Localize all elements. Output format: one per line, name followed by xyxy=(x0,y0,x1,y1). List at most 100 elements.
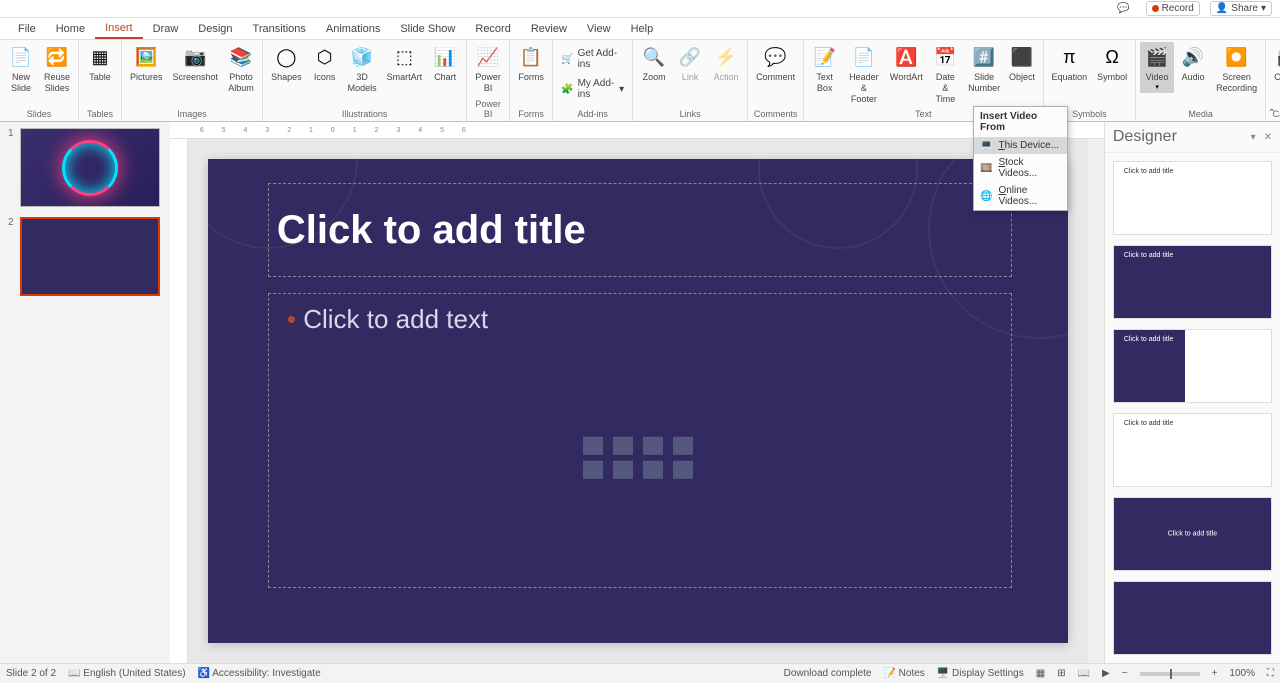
insert-smartart-icon[interactable] xyxy=(643,436,663,454)
collapse-ribbon-button[interactable]: ⌃ xyxy=(1268,108,1276,119)
forms-button[interactable]: 📋Forms xyxy=(514,42,548,85)
design-suggestion-6[interactable] xyxy=(1113,581,1272,655)
link-icon: 🔗 xyxy=(677,44,703,70)
normal-view-button[interactable]: ▦ xyxy=(1036,668,1045,679)
design-suggestion-2[interactable]: Click to add title xyxy=(1113,245,1272,319)
sorter-view-button[interactable]: ⊞ xyxy=(1057,668,1065,679)
reuse-slides-button[interactable]: 🔁Reuse Slides xyxy=(40,42,74,96)
tab-home[interactable]: Home xyxy=(46,20,95,38)
designer-options-button[interactable]: ▾ xyxy=(1251,132,1256,143)
group-illustrations: ◯Shapes ⬡Icons 🧊3D Models ⬚SmartArt 📊Cha… xyxy=(263,40,467,121)
zoom-button[interactable]: 🔍Zoom xyxy=(637,42,671,85)
link-button[interactable]: 🔗Link xyxy=(673,42,707,85)
cameo-button[interactable]: 📷Cameo xyxy=(1270,42,1280,85)
get-addins-button[interactable]: 🛒 Get Add-ins xyxy=(557,46,628,72)
insert-icon-icon[interactable] xyxy=(673,460,693,478)
comments-button[interactable]: 💬 xyxy=(1111,1,1135,16)
new-slide-button[interactable]: 📄New Slide xyxy=(4,42,38,96)
zoom-level[interactable]: 100% xyxy=(1229,668,1255,679)
language-status[interactable]: 📖 English (United States) xyxy=(68,668,186,679)
my-addins-button[interactable]: 🧩 My Add-ins ▾ xyxy=(557,76,628,102)
video-dropdown-menu: Insert Video From 💻 This Device... 🎞️ St… xyxy=(973,106,1068,211)
designer-close-button[interactable]: ✕ xyxy=(1264,132,1272,143)
design-suggestion-5[interactable]: Click to add title xyxy=(1113,497,1272,571)
notes-button[interactable]: 📝 Notes xyxy=(883,668,924,679)
slide-counter: Slide 2 of 2 xyxy=(6,668,56,679)
insert-online-picture-icon[interactable] xyxy=(613,460,633,478)
tab-review[interactable]: Review xyxy=(521,20,577,38)
wordart-button[interactable]: 🅰️WordArt xyxy=(886,42,926,85)
tab-slideshow[interactable]: Slide Show xyxy=(390,20,465,38)
reading-view-button[interactable]: 📖 xyxy=(1078,668,1090,679)
slide-thumbnail-2[interactable] xyxy=(20,217,160,296)
insert-video-icon[interactable] xyxy=(643,460,663,478)
chart-button[interactable]: 📊Chart xyxy=(428,42,462,85)
zoom-in-button[interactable]: + xyxy=(1212,668,1218,679)
audio-icon: 🔊 xyxy=(1180,44,1206,70)
fit-to-window-button[interactable]: ⛶ xyxy=(1267,668,1274,679)
powerbi-button[interactable]: 📈Power BI xyxy=(471,42,505,96)
smartart-button[interactable]: ⬚SmartArt xyxy=(383,42,427,85)
accessibility-status[interactable]: ♿ Accessibility: Investigate xyxy=(198,668,321,679)
group-powerbi: 📈Power BI Power BI xyxy=(467,40,510,121)
record-button[interactable]: Record xyxy=(1146,1,1200,16)
zoom-slider[interactable] xyxy=(1140,672,1200,676)
audio-button[interactable]: 🔊Audio xyxy=(1176,42,1210,85)
content-placeholder[interactable]: Click to add text xyxy=(268,293,1012,588)
menu-online-videos[interactable]: 🌐 Online Videos... xyxy=(974,182,1067,210)
vertical-scrollbar[interactable] xyxy=(1088,139,1104,663)
symbol-button[interactable]: ΩSymbol xyxy=(1093,42,1131,85)
design-suggestion-3[interactable]: Click to add title xyxy=(1113,329,1272,403)
table-button[interactable]: ▦Table xyxy=(83,42,117,85)
3d-models-button[interactable]: 🧊3D Models xyxy=(344,42,381,96)
insert-chart-icon[interactable] xyxy=(613,436,633,454)
slidenumber-button[interactable]: #️⃣Slide Number xyxy=(965,42,1004,96)
menu-this-device[interactable]: 💻 This Device... xyxy=(974,137,1067,154)
tab-help[interactable]: Help xyxy=(621,20,664,38)
tab-view[interactable]: View xyxy=(577,20,621,38)
header-footer-button[interactable]: 📄Header & Footer xyxy=(843,42,884,106)
insert-picture-icon[interactable] xyxy=(583,460,603,478)
tab-insert[interactable]: Insert xyxy=(95,19,143,39)
header-footer-icon: 📄 xyxy=(851,44,877,70)
tab-file[interactable]: File xyxy=(8,20,46,38)
tab-animations[interactable]: Animations xyxy=(316,20,390,38)
thumb-number: 1 xyxy=(8,128,16,207)
title-placeholder[interactable]: Click to add title xyxy=(268,183,1012,277)
slideshow-view-button[interactable]: ▶ xyxy=(1102,668,1110,679)
equation-button[interactable]: πEquation xyxy=(1048,42,1092,85)
share-button[interactable]: 👤 Share ▾ xyxy=(1210,1,1272,16)
content-text: Click to add text xyxy=(287,304,993,335)
workspace: 1 2 6 5 4 3 2 1 0 1 2 3 4 5 6 Click to a… xyxy=(0,122,1280,663)
zoom-out-button[interactable]: − xyxy=(1122,668,1128,679)
video-icon: 🎬 xyxy=(1144,44,1170,70)
slide-thumbnail-1[interactable] xyxy=(20,128,160,207)
group-addins: 🛒 Get Add-ins 🧩 My Add-ins ▾ Add-ins xyxy=(553,40,633,121)
video-button[interactable]: 🎬Video▾ xyxy=(1140,42,1174,93)
icons-button[interactable]: ⬡Icons xyxy=(308,42,342,85)
insert-table-icon[interactable] xyxy=(583,436,603,454)
tab-transitions[interactable]: Transitions xyxy=(243,20,316,38)
photo-album-button[interactable]: 📚Photo Album xyxy=(224,42,258,96)
menu-stock-videos[interactable]: 🎞️ Stock Videos... xyxy=(974,154,1067,182)
slide-canvas[interactable]: Click to add title Click to add text xyxy=(208,159,1068,643)
screen-recording-button[interactable]: ⏺️Screen Recording xyxy=(1212,42,1261,96)
tab-design[interactable]: Design xyxy=(188,20,242,38)
design-suggestion-4[interactable]: Click to add title xyxy=(1113,413,1272,487)
object-button[interactable]: ⬛Object xyxy=(1006,42,1039,85)
tab-draw[interactable]: Draw xyxy=(143,20,189,38)
insert-3d-icon[interactable] xyxy=(673,436,693,454)
tab-record[interactable]: Record xyxy=(465,20,520,38)
comment-button[interactable]: 💬Comment xyxy=(752,42,799,85)
action-button[interactable]: ⚡Action xyxy=(709,42,743,85)
screenshot-button[interactable]: 📷Screenshot xyxy=(169,42,223,85)
slide-canvas-area[interactable]: Click to add title Click to add text xyxy=(188,139,1088,663)
shapes-button[interactable]: ◯Shapes xyxy=(267,42,306,85)
display-settings-button[interactable]: 🖥️ Display Settings xyxy=(937,668,1024,679)
slide-thumbnails-panel: 1 2 xyxy=(0,122,170,663)
design-suggestion-1[interactable]: Click to add title xyxy=(1113,161,1272,235)
datetime-button[interactable]: 📅Date & Time xyxy=(928,42,963,106)
textbox-button[interactable]: 📝Text Box xyxy=(808,42,841,96)
group-media: 🎬Video▾ 🔊Audio ⏺️Screen Recording Media xyxy=(1136,40,1266,121)
pictures-button[interactable]: 🖼️Pictures xyxy=(126,42,167,85)
